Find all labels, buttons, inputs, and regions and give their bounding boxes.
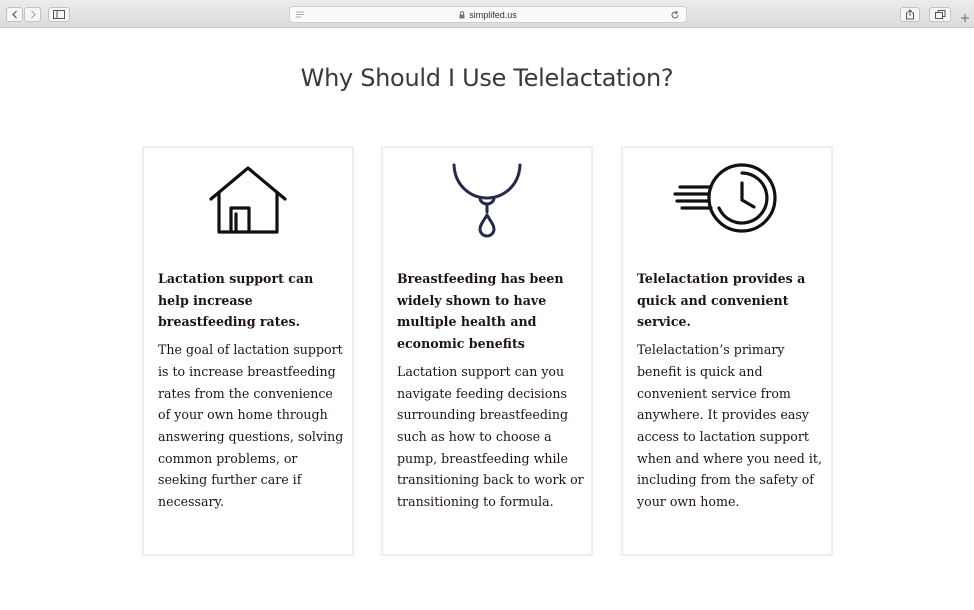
benefit-card-support: Lactation support can help increase brea… [142,146,354,556]
share-icon [906,9,914,20]
card-heading: Lactation support can help increase brea… [158,271,314,330]
card-heading: Telelactation provides a quick and conve… [637,271,806,330]
reader-icon[interactable] [295,10,305,19]
reload-icon[interactable] [670,10,680,20]
back-button[interactable] [6,7,23,22]
benefit-card-convenience: Telelactation provides a quick and conve… [621,146,833,556]
sidebar-toggle-button[interactable] [48,7,70,22]
card-text: Lactation support can you navigate feedi… [397,363,584,510]
page-title: Why Should I Use Telelactation? [300,64,674,92]
share-button[interactable] [900,7,920,22]
house-icon [209,166,287,234]
url-text: simplifed.us [469,9,517,20]
card-text: Telelactation’s primary benefit is quick… [637,342,822,510]
breast-milk-drop-icon [452,163,522,238]
sidebar-icon [53,10,65,19]
tabs-overview-button[interactable] [929,7,951,22]
browser-toolbar: simplifed.us [0,0,974,28]
chevron-right-icon [30,10,36,19]
new-tab-icon[interactable] [960,13,970,23]
chevron-left-icon [11,10,17,19]
address-bar[interactable]: simplifed.us [289,6,687,23]
card-heading: Breastfeeding has been widely shown to h… [397,271,564,352]
tabs-icon [934,10,945,19]
lock-icon [459,10,465,18]
fast-clock-icon [673,163,777,233]
card-text: The goal of lactation support is to incr… [158,342,344,510]
forward-button[interactable] [24,7,41,22]
benefit-card-breastfeeding: Breastfeeding has been widely shown to h… [381,146,593,556]
